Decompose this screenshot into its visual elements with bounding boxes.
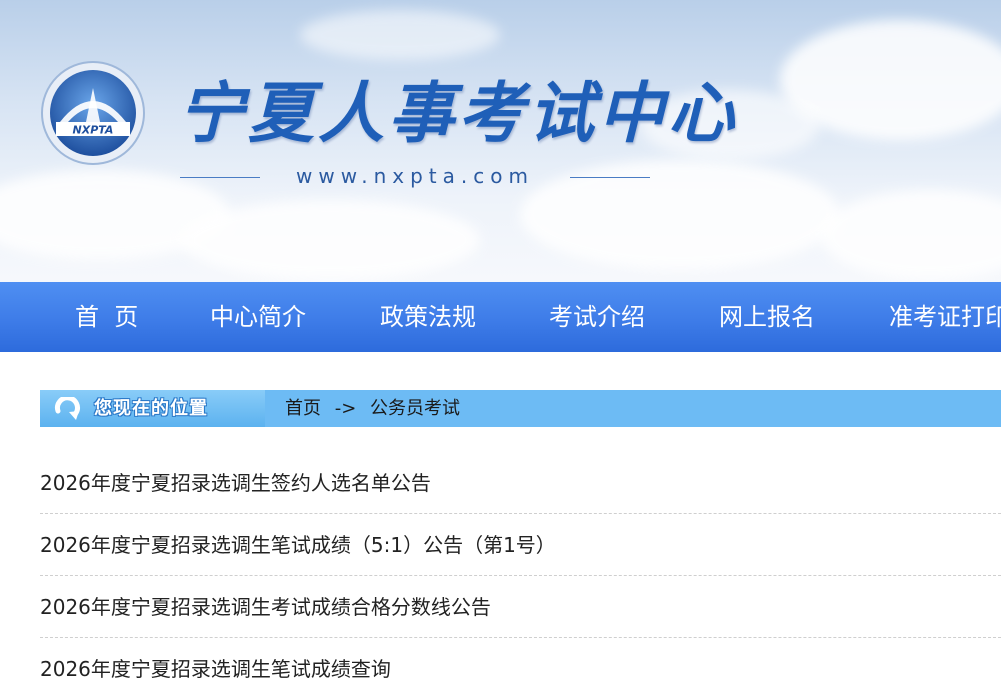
nav-item-about[interactable]: 中心简介 xyxy=(210,282,306,352)
breadcrumb: 您现在的位置 首页 -> 公务员考试 xyxy=(40,390,1001,427)
divider-line xyxy=(180,177,260,178)
breadcrumb-current[interactable]: 公务员考试 xyxy=(370,398,460,419)
breadcrumb-home-link[interactable]: 首页 xyxy=(285,398,321,419)
svg-text:NXPTA: NXPTA xyxy=(73,124,114,137)
nav-item-registration[interactable]: 网上报名 xyxy=(719,282,815,352)
location-badge: 您现在的位置 xyxy=(40,390,265,427)
cloud-decoration xyxy=(820,190,1001,280)
breadcrumb-separator: -> xyxy=(334,398,357,419)
location-label: 您现在的位置 xyxy=(94,398,208,419)
article-link[interactable]: 2026年度宁夏招录选调生签约人选名单公告 xyxy=(40,452,1001,514)
nav-item-admission-ticket[interactable]: 准考证打印 xyxy=(889,282,1001,352)
return-arrow-icon xyxy=(55,397,80,420)
cloud-decoration xyxy=(180,200,480,280)
nav-item-policy[interactable]: 政策法规 xyxy=(380,282,476,352)
nav-item-exams[interactable]: 考试介绍 xyxy=(549,282,645,352)
divider-line xyxy=(570,177,650,178)
main-nav: 首 页 中心简介 政策法规 考试介绍 网上报名 准考证打印 xyxy=(0,282,1001,352)
site-url-row: www.nxpta.com xyxy=(180,162,650,192)
article-link[interactable]: 2026年度宁夏招录选调生笔试成绩（5:1）公告（第1号） xyxy=(40,514,1001,576)
breadcrumb-trail: 首页 -> 公务员考试 xyxy=(285,390,460,427)
article-link[interactable]: 2026年度宁夏招录选调生笔试成绩查询 xyxy=(40,638,1001,700)
site-title: 宁夏人事考试中心 xyxy=(178,74,738,152)
cloud-decoration xyxy=(300,10,500,60)
article-list: 2026年度宁夏招录选调生签约人选名单公告 2026年度宁夏招录选调生笔试成绩（… xyxy=(40,452,1001,700)
nav-item-home[interactable]: 首 页 xyxy=(75,282,138,352)
article-link[interactable]: 2026年度宁夏招录选调生考试成绩合格分数线公告 xyxy=(40,576,1001,638)
nxpta-logo-icon[interactable]: NXPTA xyxy=(40,60,146,166)
site-header: NXPTA 宁夏人事考试中心 www.nxpta.com xyxy=(0,0,1001,282)
site-url: www.nxpta.com xyxy=(296,164,534,188)
